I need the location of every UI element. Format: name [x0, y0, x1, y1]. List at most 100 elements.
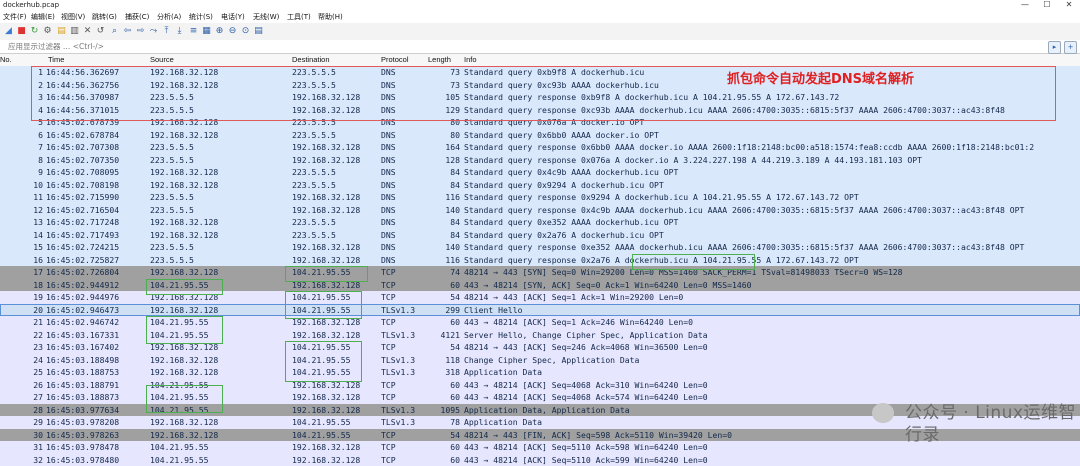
menu-go[interactable]: 跳转(G) — [92, 11, 117, 23]
cell-length: 60 — [428, 316, 460, 329]
menu-telephony[interactable]: 电话(Y) — [221, 11, 245, 23]
go-forward-icon[interactable]: ⇨ — [135, 26, 146, 37]
save-file-icon[interactable]: ▥ — [69, 26, 80, 37]
table-row[interactable]: 716:45:02.707308223.5.5.5192.168.32.128D… — [0, 141, 1080, 154]
col-protocol[interactable]: Protocol — [381, 54, 409, 66]
display-filter-bar[interactable]: 应用显示过滤器 … <Ctrl-/> ▸ + — [0, 40, 1080, 54]
cell-info: Application Data, Application Data — [464, 404, 630, 417]
cell-destination: 192.168.32.128 — [292, 391, 360, 404]
resize-columns-icon[interactable]: ▤ — [253, 26, 264, 37]
cell-no: 12 — [0, 204, 43, 217]
stop-capture-icon[interactable]: ■ — [16, 26, 27, 37]
cell-info: Server Hello, Change Cipher Spec, Applic… — [464, 329, 708, 342]
menu-file[interactable]: 文件(F) — [3, 11, 27, 23]
table-row[interactable]: 3216:45:03.978480104.21.95.55192.168.32.… — [0, 454, 1080, 466]
col-source[interactable]: Source — [150, 54, 174, 66]
menu-view[interactable]: 视图(V) — [61, 11, 85, 23]
col-no[interactable]: No. — [0, 54, 12, 66]
cell-source: 104.21.95.55 — [150, 441, 208, 454]
start-capture-icon[interactable]: ◢ — [3, 26, 14, 37]
table-row[interactable]: 1516:45:02.724215223.5.5.5192.168.32.128… — [0, 241, 1080, 254]
display-filter-input[interactable]: 应用显示过滤器 … <Ctrl-/> — [8, 40, 104, 53]
maximize-button[interactable]: ☐ — [1040, 0, 1054, 10]
table-row[interactable]: 616:45:02.678784192.168.32.128223.5.5.5D… — [0, 129, 1080, 142]
cell-info: Application Data — [464, 416, 542, 429]
cell-protocol: DNS — [381, 191, 396, 204]
cell-time: 16:45:03.188498 — [46, 354, 119, 367]
filter-bookmark-icon[interactable]: ▸ — [1048, 41, 1061, 54]
table-row[interactable]: 2416:45:03.188498192.168.32.128104.21.95… — [0, 354, 1080, 367]
menu-edit[interactable]: 编辑(E) — [31, 11, 55, 23]
menu-wireless[interactable]: 无线(W) — [253, 11, 279, 23]
table-row[interactable]: 916:45:02.708095192.168.32.128223.5.5.5D… — [0, 166, 1080, 179]
reload-file-icon[interactable]: ↺ — [95, 26, 106, 37]
zoom-in-icon[interactable]: ⊕ — [214, 26, 225, 37]
cell-length: 60 — [428, 279, 460, 292]
zoom-reset-icon[interactable]: ⊙ — [240, 26, 251, 37]
cell-time: 16:45:02.944912 — [46, 279, 119, 292]
cell-no: 17 — [0, 266, 43, 279]
colorize-icon[interactable]: ▦ — [201, 26, 212, 37]
find-packet-icon[interactable]: ⌕ — [109, 26, 120, 37]
cell-destination: 104.21.95.55 — [292, 429, 350, 442]
cell-no: 16 — [0, 254, 43, 267]
last-packet-icon[interactable]: ⤓ — [174, 26, 185, 37]
cell-source: 192.168.32.128 — [150, 229, 218, 242]
auto-scroll-icon[interactable]: ≡ — [188, 26, 199, 37]
menu-statistics[interactable]: 统计(S) — [189, 11, 213, 23]
cell-source: 192.168.32.128 — [150, 166, 218, 179]
cell-protocol: DNS — [381, 254, 396, 267]
go-back-icon[interactable]: ⇦ — [122, 26, 133, 37]
open-file-icon[interactable]: ▤ — [56, 26, 67, 37]
table-row[interactable]: 1216:45:02.716504223.5.5.5192.168.32.128… — [0, 204, 1080, 217]
cell-destination: 192.168.32.128 — [292, 329, 360, 342]
col-length[interactable]: Length — [428, 54, 451, 66]
table-row[interactable]: 1416:45:02.717493192.168.32.128223.5.5.5… — [0, 229, 1080, 242]
menu-analyze[interactable]: 分析(A) — [157, 11, 181, 23]
cell-time: 16:45:02.717493 — [46, 229, 119, 242]
table-row[interactable]: 1716:45:02.726804192.168.32.128104.21.95… — [0, 266, 1080, 279]
zoom-out-icon[interactable]: ⊖ — [227, 26, 238, 37]
cell-length: 60 — [428, 454, 460, 466]
table-row[interactable]: 1316:45:02.717248192.168.32.128223.5.5.5… — [0, 216, 1080, 229]
menu-help[interactable]: 帮助(H) — [318, 11, 343, 23]
cell-time: 16:45:02.678784 — [46, 129, 119, 142]
col-info[interactable]: Info — [464, 54, 477, 66]
capture-options-icon[interactable]: ⚙ — [42, 26, 53, 37]
cell-time: 16:45:03.977634 — [46, 404, 119, 417]
cell-time: 16:45:02.716504 — [46, 204, 119, 217]
cell-info: Change Cipher Spec, Application Data — [464, 354, 639, 367]
restart-capture-icon[interactable]: ↻ — [29, 26, 40, 37]
close-button[interactable]: ✕ — [1062, 0, 1076, 10]
cell-time: 16:45:02.717248 — [46, 216, 119, 229]
green-box-19-20-dst — [285, 291, 362, 319]
cell-no: 32 — [0, 454, 43, 466]
cell-time: 16:45:03.188753 — [46, 366, 119, 379]
cell-protocol: TLSv1.3 — [381, 404, 415, 417]
cell-source: 223.5.5.5 — [150, 241, 194, 254]
minimize-button[interactable]: — — [1018, 0, 1032, 10]
col-time[interactable]: Time — [48, 54, 64, 66]
cell-time: 16:45:02.708198 — [46, 179, 119, 192]
cell-protocol: TCP — [381, 391, 396, 404]
filter-add-icon[interactable]: + — [1064, 41, 1077, 54]
cell-no: 13 — [0, 216, 43, 229]
cell-length: 84 — [428, 179, 460, 192]
cell-no: 7 — [0, 141, 43, 154]
table-row[interactable]: 2016:45:02.946473192.168.32.128104.21.95… — [0, 304, 1080, 317]
close-file-icon[interactable]: ✕ — [82, 26, 93, 37]
cell-no: 15 — [0, 241, 43, 254]
go-to-packet-icon[interactable]: ⤳ — [148, 26, 159, 37]
col-destination[interactable]: Destination — [292, 54, 330, 66]
table-row[interactable]: 816:45:02.707350223.5.5.5192.168.32.128D… — [0, 154, 1080, 167]
cell-destination: 223.5.5.5 — [292, 166, 336, 179]
table-row[interactable]: 1016:45:02.708198192.168.32.128223.5.5.5… — [0, 179, 1080, 192]
cell-length: 84 — [428, 216, 460, 229]
cell-time: 16:45:03.167331 — [46, 329, 119, 342]
menu-tools[interactable]: 工具(T) — [287, 11, 311, 23]
table-row[interactable]: 1616:45:02.725827223.5.5.5192.168.32.128… — [0, 254, 1080, 267]
first-packet-icon[interactable]: ⤒ — [161, 26, 172, 37]
menu-capture[interactable]: 捕获(C) — [125, 11, 149, 23]
table-row[interactable]: 1116:45:02.715990223.5.5.5192.168.32.128… — [0, 191, 1080, 204]
table-row[interactable]: 2516:45:03.188753192.168.32.128104.21.95… — [0, 366, 1080, 379]
